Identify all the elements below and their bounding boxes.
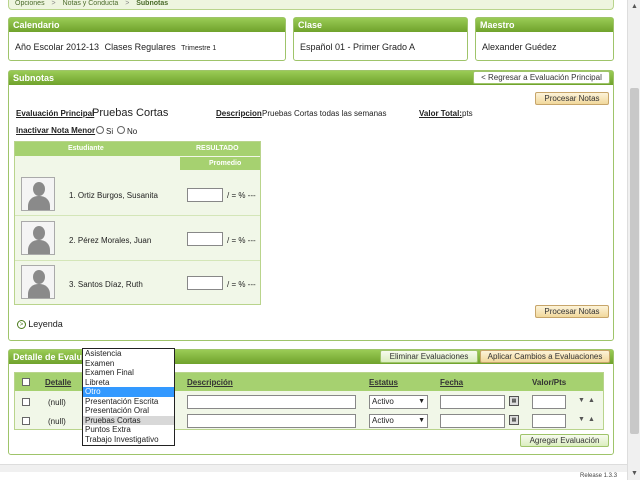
- legend-label: Leyenda: [28, 319, 63, 329]
- student-avatar: [21, 221, 55, 255]
- col-valor-header: Valor/Pts: [532, 378, 567, 387]
- move-down-icon[interactable]: ▼: [578, 397, 585, 404]
- student-grade-suffix: / = % ---: [227, 236, 256, 245]
- col-promedio-header: Promedio: [209, 160, 242, 167]
- row-detalle-value: (null): [48, 417, 66, 426]
- vertical-scrollbar[interactable]: ▲ ▼: [627, 0, 640, 480]
- student-grade-input[interactable]: [187, 276, 223, 290]
- calendario-term: Trimestre 1: [181, 45, 217, 52]
- breadcrumb: Opciones > Notas y Conducta > Subnotas: [8, 0, 614, 10]
- delete-evaluations-button[interactable]: Eliminar Evaluaciones: [380, 350, 478, 363]
- chevron-down-icon: ▼: [418, 417, 425, 424]
- calendario-type: Clases Regulares: [104, 42, 176, 52]
- student-grade-suffix: / = % ---: [227, 191, 256, 200]
- maestro-value: Alexander Guédez: [482, 42, 557, 52]
- legend-toggle[interactable]: > Leyenda: [17, 319, 63, 329]
- clase-value: Español 01 - Primer Grado A: [300, 42, 416, 52]
- student-avatar: [21, 265, 55, 299]
- calendar-icon[interactable]: ▦: [509, 396, 519, 406]
- student-grade-suffix: / = % ---: [227, 280, 256, 289]
- dropdown-option-hovered[interactable]: Pruebas Cortas: [83, 415, 174, 425]
- clase-panel: Clase Español 01 - Primer Grado A: [293, 17, 468, 61]
- radio-no-label: No: [127, 127, 138, 136]
- row-valor-input[interactable]: [532, 395, 566, 409]
- move-up-icon[interactable]: ▲: [588, 416, 595, 423]
- move-down-icon[interactable]: ▼: [578, 416, 585, 423]
- col-student-header: Estudiante: [68, 145, 104, 152]
- dropdown-option[interactable]: Examen: [83, 359, 174, 369]
- dropdown-option-selected[interactable]: Otro: [83, 387, 174, 397]
- breadcrumb-item-opciones[interactable]: Opciones: [15, 0, 45, 7]
- col-detalle-header[interactable]: Detalle: [45, 378, 71, 387]
- dropdown-option[interactable]: Libreta: [83, 378, 174, 388]
- col-descripcion-header[interactable]: Descripción: [187, 378, 233, 387]
- row-checkbox[interactable]: [22, 398, 30, 406]
- row-valor-input[interactable]: [532, 414, 566, 428]
- dropdown-option[interactable]: Examen Final: [83, 368, 174, 378]
- process-grades-button-bottom[interactable]: Procesar Notas: [535, 305, 609, 318]
- row-checkbox[interactable]: [22, 417, 30, 425]
- calendario-panel: Calendario Año Escolar 2012-13 Clases Re…: [8, 17, 286, 61]
- dropdown-option[interactable]: Puntos Extra: [83, 425, 174, 435]
- radio-si[interactable]: [96, 126, 104, 134]
- breadcrumb-item-notas[interactable]: Notas y Conducta: [63, 0, 119, 7]
- maestro-panel: Maestro Alexander Guédez: [475, 17, 614, 61]
- student-name: 1. Ortiz Burgos, Susanita: [69, 191, 158, 200]
- eval-principal-label: Evaluación Principal: [16, 109, 95, 118]
- student-grade-input[interactable]: [187, 188, 223, 202]
- scroll-up-icon[interactable]: ▲: [628, 0, 640, 13]
- row-estatus-select[interactable]: Activo ▼: [369, 395, 428, 409]
- add-evaluation-button[interactable]: Agregar Evaluación: [520, 434, 609, 447]
- breadcrumb-separator: >: [125, 0, 130, 7]
- radio-no[interactable]: [117, 126, 125, 134]
- process-grades-button-top[interactable]: Procesar Notas: [535, 92, 609, 105]
- apply-changes-button[interactable]: Aplicar Cambios a Evaluaciones: [480, 350, 610, 363]
- chevron-down-icon: ▼: [418, 398, 425, 405]
- dropdown-option[interactable]: Asistencia: [83, 349, 174, 359]
- student-name: 2. Pérez Morales, Juan: [69, 236, 152, 245]
- horizontal-scrollbar[interactable]: [0, 464, 627, 472]
- eval-principal-value: Pruebas Cortas: [92, 107, 169, 119]
- student-avatar: [21, 177, 55, 211]
- row-fecha-input[interactable]: [440, 395, 505, 409]
- release-label: Release 1.3.3: [580, 473, 618, 479]
- calendario-year: Año Escolar 2012-13: [15, 42, 100, 52]
- col-estatus-header[interactable]: Estatus: [369, 378, 398, 387]
- student-name: 3. Santos Díaz, Ruth: [69, 280, 143, 289]
- breadcrumb-separator: >: [51, 0, 56, 7]
- col-fecha-header[interactable]: Fecha: [440, 378, 463, 387]
- dropdown-option[interactable]: Presentación Escrita: [83, 397, 174, 407]
- student-grade-input[interactable]: [187, 232, 223, 246]
- col-result-header: RESULTADO: [196, 145, 239, 152]
- move-up-icon[interactable]: ▲: [588, 397, 595, 404]
- back-to-main-eval-button[interactable]: < Regresar a Evaluación Principal: [473, 71, 610, 84]
- row-fecha-input[interactable]: [440, 414, 505, 428]
- row-detalle-value: (null): [48, 398, 66, 407]
- clase-title: Clase: [294, 18, 467, 32]
- row-estatus-select[interactable]: Activo ▼: [369, 414, 428, 428]
- row-descripcion-input[interactable]: [187, 395, 356, 409]
- scrollbar-thumb[interactable]: [630, 88, 639, 434]
- scroll-down-icon[interactable]: ▼: [628, 467, 640, 480]
- maestro-title: Maestro: [476, 18, 613, 32]
- descripcion-label: Descripcion: [216, 109, 262, 118]
- select-all-checkbox[interactable]: [22, 378, 30, 386]
- expand-circle-icon: >: [17, 319, 26, 329]
- row-descripcion-input[interactable]: [187, 414, 356, 428]
- evaluation-type-dropdown[interactable]: Asistencia Examen Examen Final Libreta O…: [82, 348, 175, 446]
- radio-si-label: Si: [106, 127, 114, 136]
- valor-total-label: Valor Total:: [419, 109, 462, 118]
- breadcrumb-item-subnotas: Subnotas: [136, 0, 169, 7]
- calendario-body: Año Escolar 2012-13 Clases Regulares Tri…: [9, 32, 285, 62]
- dropdown-option[interactable]: Trabajo Investigativo: [83, 435, 174, 445]
- calendario-title: Calendario: [9, 18, 285, 32]
- descripcion-value: Pruebas Cortas todas las semanas: [262, 109, 387, 118]
- calendar-icon[interactable]: ▦: [509, 415, 519, 425]
- inactivar-label: Inactivar Nota Menor: [16, 126, 96, 135]
- dropdown-option[interactable]: Presentación Oral: [83, 406, 174, 416]
- valor-total-value: pts: [462, 109, 473, 118]
